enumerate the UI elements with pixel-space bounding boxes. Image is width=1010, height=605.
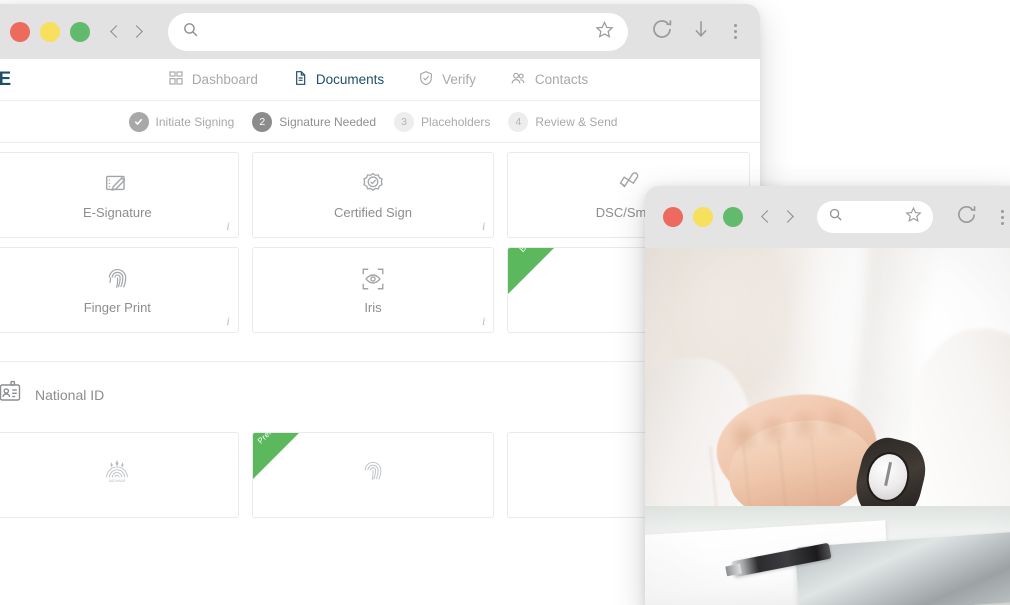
grid-dashboard-icon bbox=[168, 70, 184, 89]
step-label-review-send: Review & Send bbox=[535, 114, 618, 129]
search-icon bbox=[828, 207, 843, 227]
info-icon-certified-sign[interactable]: i bbox=[482, 219, 485, 234]
step-placeholders[interactable]: 3 Placeholders bbox=[394, 111, 491, 132]
certified-badge-icon bbox=[360, 171, 386, 197]
reload-icon[interactable] bbox=[650, 17, 674, 46]
close-red-icon[interactable] bbox=[663, 207, 683, 227]
chevron-left-icon[interactable] bbox=[108, 24, 124, 40]
svg-text:AADHAAR: AADHAAR bbox=[109, 479, 126, 483]
address-bar-front[interactable] bbox=[817, 201, 934, 233]
reload-icon[interactable] bbox=[955, 203, 978, 231]
nav-item-verify[interactable]: Verify bbox=[418, 70, 476, 89]
step-number-2: 2 bbox=[252, 111, 273, 132]
iris-scan-icon bbox=[360, 266, 386, 292]
nav-item-dashboard[interactable]: Dashboard bbox=[168, 70, 258, 89]
star-icon[interactable] bbox=[595, 20, 614, 44]
chrome-right-controls bbox=[650, 17, 746, 46]
fingerprint-icon bbox=[105, 266, 130, 292]
step-review-send[interactable]: 4 Review & Send bbox=[508, 111, 618, 132]
browser-chrome-back bbox=[0, 4, 760, 59]
main-nav: Dashboard Documents Verify Contacts bbox=[158, 70, 588, 90]
photo-pen-tip bbox=[724, 563, 742, 576]
traffic-lights bbox=[10, 21, 90, 42]
nav-arrows-front bbox=[759, 209, 797, 225]
card-premium-fingerprint[interactable]: Premium bbox=[251, 432, 495, 518]
nav-item-contacts[interactable]: Contacts bbox=[510, 70, 588, 90]
traffic-lights-front bbox=[663, 207, 743, 227]
card-e-signature[interactable]: E-Signature i bbox=[0, 152, 239, 238]
browser-chrome-front bbox=[645, 186, 1010, 248]
signature-pad-icon bbox=[104, 171, 130, 197]
national-id-title: National ID bbox=[35, 386, 105, 403]
nav-arrows bbox=[108, 24, 146, 40]
card-label-certified-sign: Certified Sign bbox=[333, 204, 413, 220]
nav-label-dashboard: Dashboard bbox=[191, 72, 258, 87]
check-icon bbox=[128, 111, 149, 132]
id-card-icon bbox=[0, 380, 22, 409]
star-icon[interactable] bbox=[905, 206, 922, 228]
usb-token-icon bbox=[616, 171, 642, 197]
close-red-icon[interactable] bbox=[10, 21, 30, 42]
maximize-green-icon[interactable] bbox=[70, 21, 90, 42]
card-finger-print[interactable]: Finger Print i bbox=[0, 247, 239, 333]
card-label-e-signature: E-Signature bbox=[83, 204, 152, 220]
info-icon-iris[interactable]: i bbox=[482, 314, 485, 329]
signing-stepper: Initiate Signing 2 Signature Needed 3 Pl… bbox=[0, 101, 760, 143]
fingerprint-icon bbox=[361, 458, 385, 484]
chevron-right-icon[interactable] bbox=[130, 24, 146, 40]
nav-item-documents[interactable]: Documents bbox=[292, 70, 384, 89]
three-dot-menu-icon[interactable] bbox=[996, 209, 1009, 225]
step-label-initiate-signing: Initiate Signing bbox=[155, 114, 235, 129]
photo-content bbox=[645, 248, 1010, 605]
verify-shield-icon bbox=[418, 70, 434, 89]
step-label-placeholders: Placeholders bbox=[421, 114, 491, 129]
card-label-finger-print: Finger Print bbox=[83, 299, 151, 315]
card-label-iris: Iris bbox=[364, 299, 382, 315]
premium-ribbon bbox=[252, 433, 299, 479]
nav-label-documents: Documents bbox=[315, 72, 385, 87]
beta-ribbon bbox=[508, 248, 555, 294]
download-arrow-icon[interactable] bbox=[690, 18, 712, 45]
browser-window-front bbox=[645, 186, 1010, 605]
step-number-4: 4 bbox=[508, 111, 529, 132]
aadhaar-logo-icon: AADHAAR bbox=[101, 458, 133, 484]
info-icon-finger-print[interactable]: i bbox=[226, 314, 229, 329]
search-icon bbox=[182, 21, 199, 43]
photo-fingers bbox=[710, 432, 854, 517]
step-initiate-signing[interactable]: Initiate Signing bbox=[128, 111, 235, 132]
address-bar[interactable] bbox=[168, 12, 628, 51]
minimize-yellow-icon[interactable] bbox=[40, 21, 60, 42]
minimize-yellow-icon[interactable] bbox=[693, 207, 713, 227]
card-certified-sign[interactable]: Certified Sign i bbox=[251, 152, 495, 238]
chevron-right-icon[interactable] bbox=[781, 209, 797, 225]
info-icon-e-signature[interactable]: i bbox=[226, 219, 229, 234]
documents-icon bbox=[292, 70, 308, 89]
app-logo[interactable]: URE bbox=[0, 69, 12, 91]
maximize-green-icon[interactable] bbox=[723, 207, 743, 227]
app-header: URE Dashboard bbox=[0, 59, 760, 101]
card-iris[interactable]: Iris i bbox=[251, 247, 495, 333]
step-number-3: 3 bbox=[394, 111, 415, 132]
card-aadhaar[interactable]: AADHAAR bbox=[0, 432, 239, 518]
three-dot-menu-icon[interactable] bbox=[728, 24, 742, 39]
contacts-people-icon bbox=[510, 70, 527, 90]
step-label-signature-needed: Signature Needed bbox=[279, 114, 377, 129]
chevron-left-icon[interactable] bbox=[759, 209, 775, 225]
nav-label-contacts: Contacts bbox=[534, 72, 589, 87]
nav-label-verify: Verify bbox=[442, 72, 476, 87]
step-signature-needed[interactable]: 2 Signature Needed bbox=[252, 111, 377, 132]
screenshot-stage: URE Dashboard bbox=[0, 0, 1010, 605]
